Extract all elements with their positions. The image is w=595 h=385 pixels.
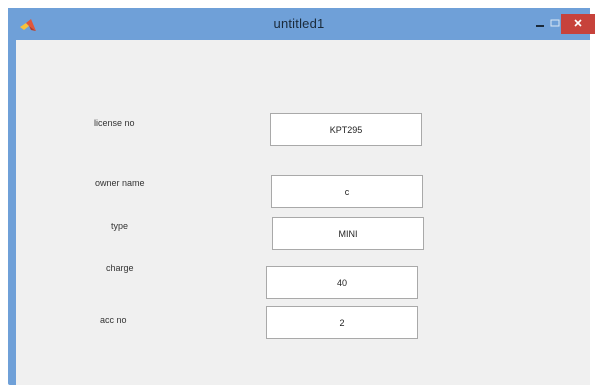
charge-field[interactable]: 40 xyxy=(266,266,418,299)
type-label: type xyxy=(111,221,129,231)
close-button[interactable] xyxy=(561,14,595,34)
owner-name-label: owner name xyxy=(95,178,145,188)
window-title: untitled1 xyxy=(273,16,325,31)
title-bar[interactable]: untitled1 xyxy=(8,8,595,40)
minimize-icon xyxy=(535,15,545,33)
acc-no-label: acc no xyxy=(100,315,127,325)
figure-client-area: license no KPT295 owner name c type MINI… xyxy=(16,40,590,385)
license-no-field[interactable]: KPT295 xyxy=(270,113,422,146)
close-icon xyxy=(573,15,583,33)
acc-no-field[interactable]: 2 xyxy=(266,306,418,339)
maximize-icon xyxy=(550,15,560,33)
charge-label: charge xyxy=(106,263,134,273)
license-no-label: license no xyxy=(94,118,135,128)
type-field[interactable]: MINI xyxy=(272,217,424,250)
app-window: untitled1 license no KPT295 owner name c xyxy=(8,8,595,385)
owner-name-field[interactable]: c xyxy=(271,175,423,208)
